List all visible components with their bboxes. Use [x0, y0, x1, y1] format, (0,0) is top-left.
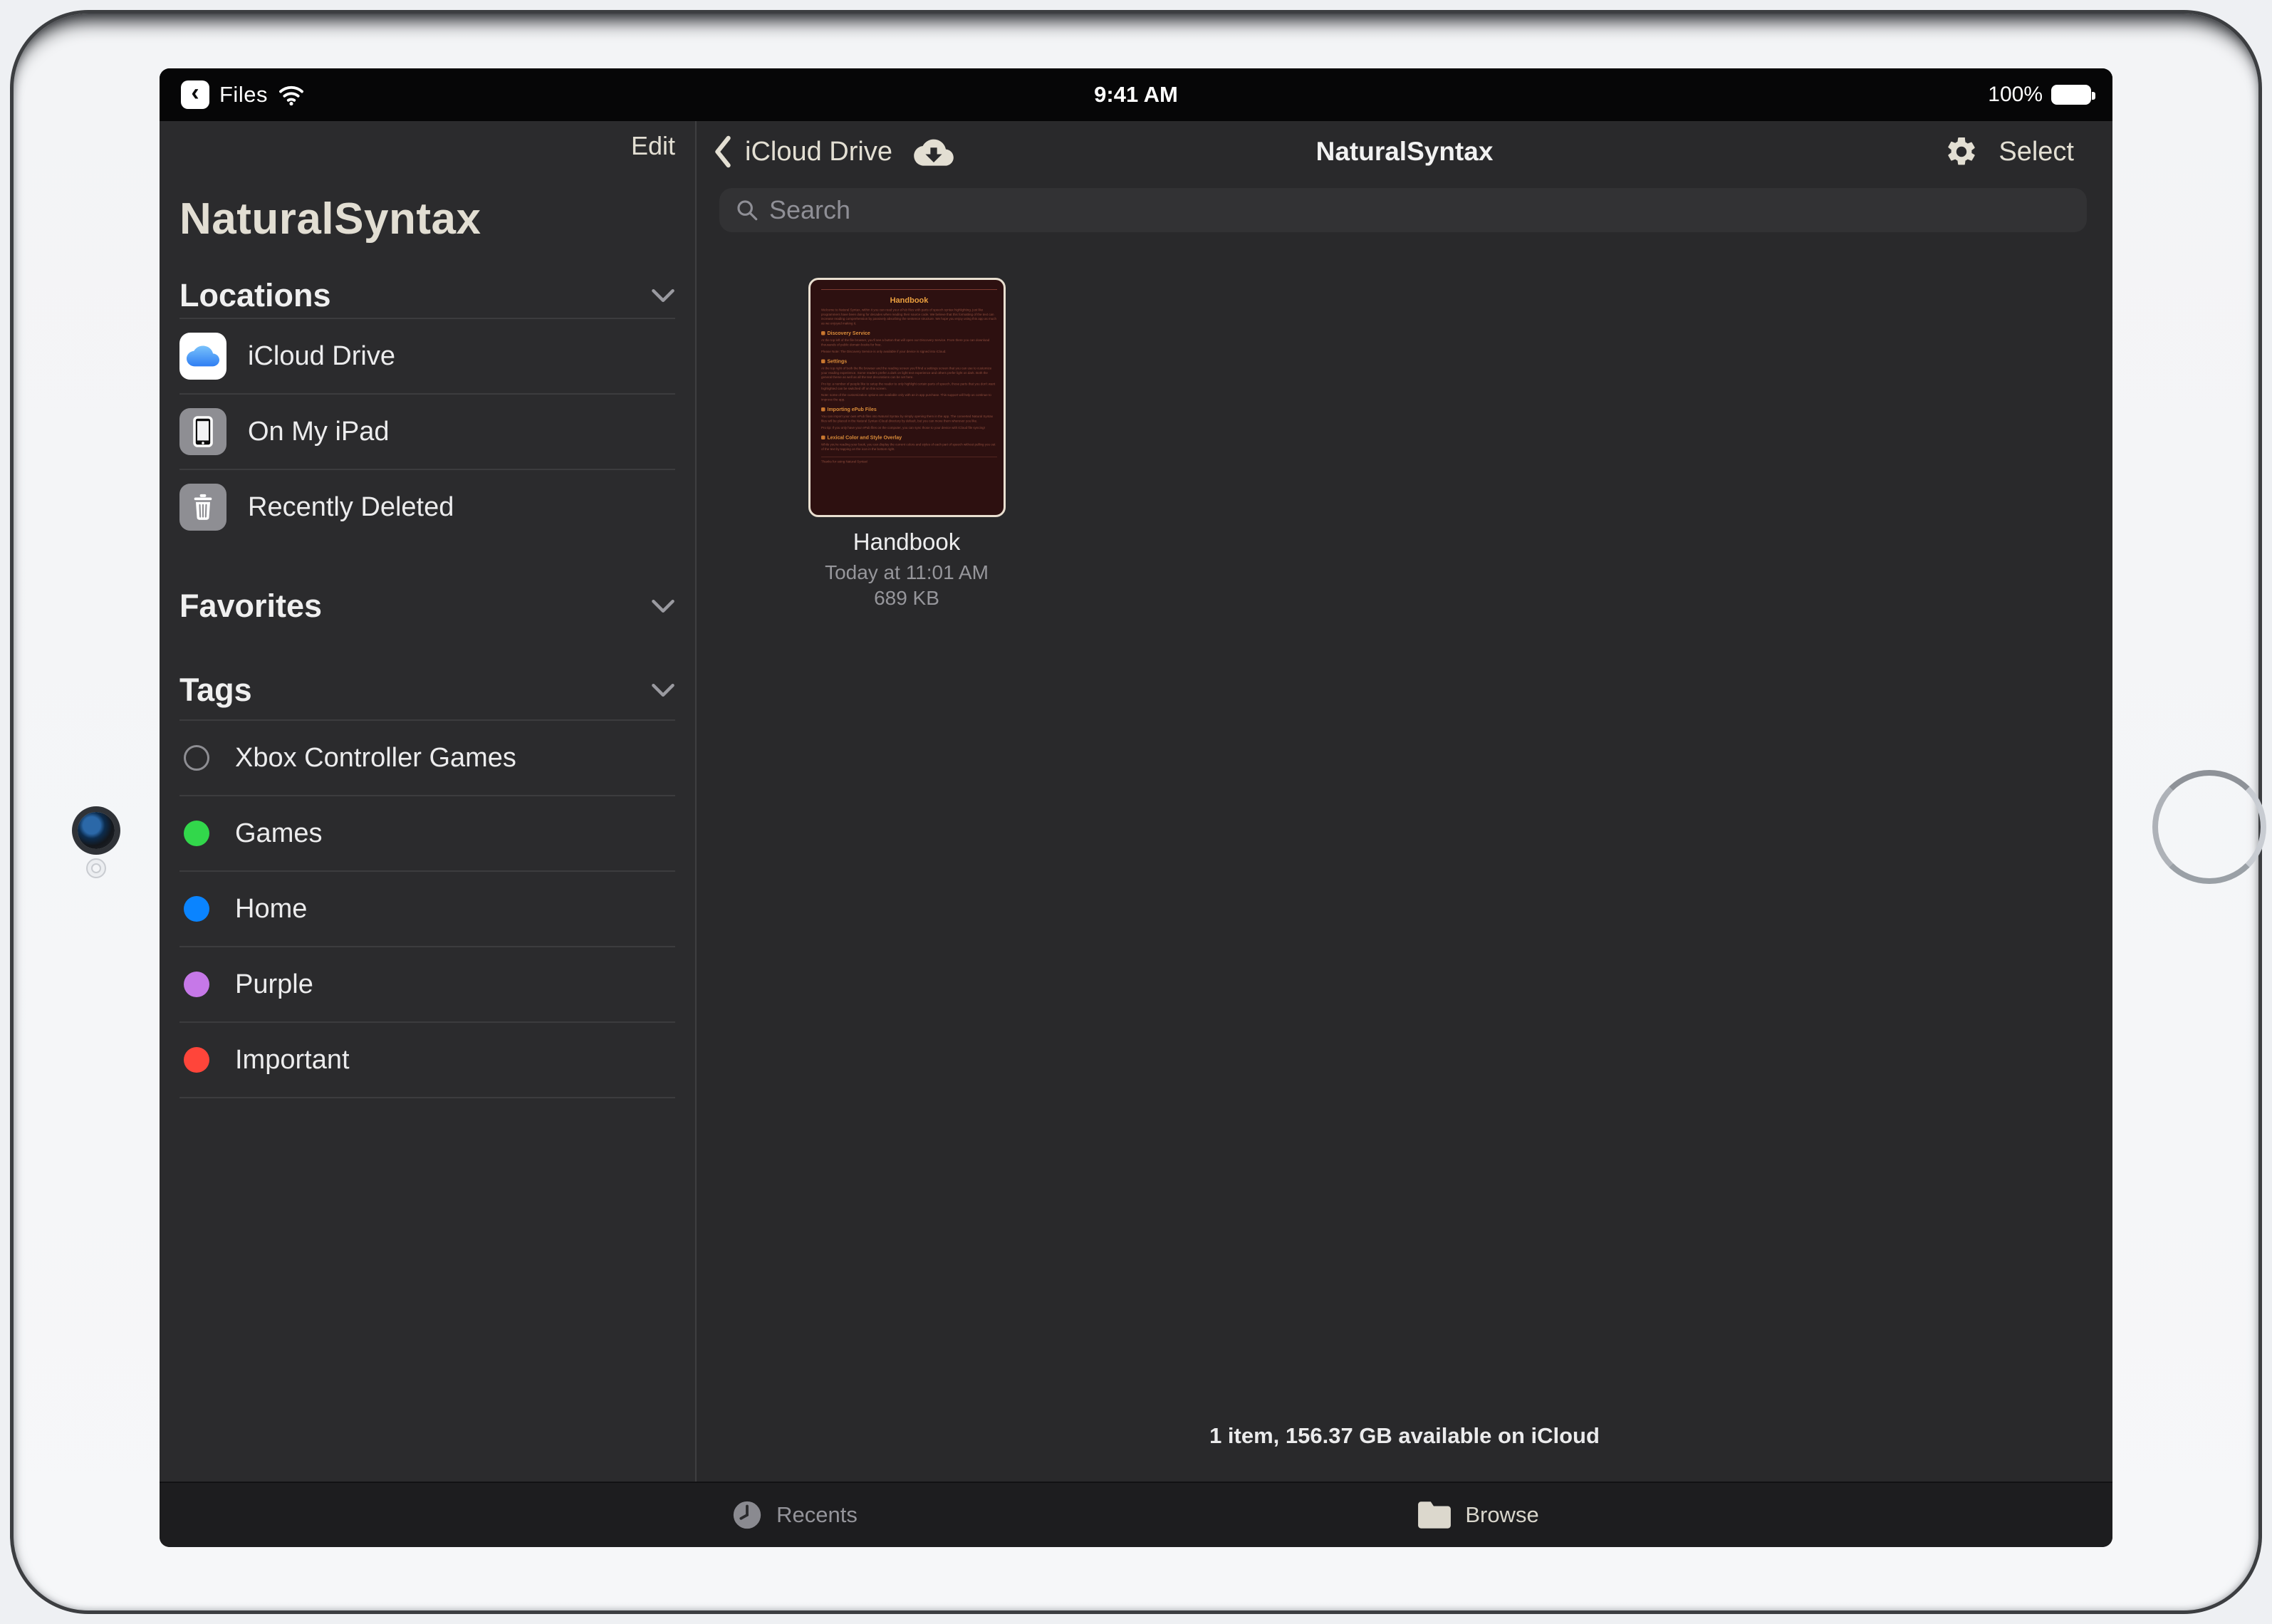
- edit-button[interactable]: Edit: [631, 131, 675, 161]
- sidebar: Edit NaturalSyntax Locations iC: [160, 121, 697, 1482]
- tag-color-dot: [184, 821, 209, 846]
- doc-paragraph: Pro tip: a number of people like to setu…: [821, 382, 997, 391]
- doc-title: Handbook: [821, 296, 997, 305]
- doc-section-heading: Lexical Color and Style Overlay: [821, 434, 997, 440]
- chevron-down-icon: [651, 682, 675, 698]
- tab-bar: Recents Browse: [160, 1482, 2112, 1547]
- file-grid: Handbook Welcome to Natural Syntax, with…: [697, 232, 2112, 1482]
- battery-percent: 100%: [1988, 83, 2043, 107]
- back-label: iCloud Drive: [745, 137, 892, 167]
- section-glyph-icon: [821, 435, 825, 439]
- doc-paragraph: Please Note: The Discovery Service is on…: [821, 349, 997, 353]
- doc-closing: Thanks for using Natural Syntax!: [821, 459, 997, 464]
- clock-icon: [731, 1499, 764, 1531]
- tag-item-xbox-controller-games[interactable]: Xbox Controller Games: [179, 721, 675, 795]
- file-size: 689 KB: [786, 585, 1028, 611]
- tag-item-purple[interactable]: Purple: [179, 947, 675, 1021]
- divider: [179, 1097, 675, 1098]
- sidebar-item-on-my-ipad[interactable]: On My iPad: [179, 395, 675, 469]
- search-icon: [735, 198, 759, 222]
- folder-icon: [1417, 1500, 1452, 1530]
- chevron-left-icon: [712, 135, 734, 168]
- items-summary: 1 item, 156.37 GB available on iCloud: [697, 1423, 2112, 1449]
- chevron-down-icon: [651, 288, 675, 303]
- status-bar: ‹ Files 9:41 AM 100%: [160, 68, 2112, 121]
- back-button[interactable]: iCloud Drive: [712, 135, 954, 168]
- ipad-icon: [179, 408, 226, 455]
- gear-icon[interactable]: [1944, 135, 1979, 169]
- section-glyph-icon: [821, 359, 825, 363]
- tag-color-dot: [184, 1047, 209, 1073]
- navigation-bar: NaturalSyntax iCloud Drive Select: [697, 127, 2112, 177]
- section-glyph-icon: [821, 407, 825, 412]
- trash-icon: [179, 484, 226, 531]
- select-button[interactable]: Select: [1999, 137, 2074, 167]
- doc-paragraph: While you're reading your book, you can …: [821, 442, 997, 452]
- section-header-favorites[interactable]: Favorites: [179, 584, 675, 628]
- icloud-drive-icon: [179, 333, 226, 380]
- cloud-download-icon[interactable]: [914, 136, 954, 167]
- file-name: Handbook: [786, 529, 1028, 556]
- battery-icon: [2051, 85, 2091, 105]
- tag-color-dot: [184, 972, 209, 997]
- doc-paragraph: At the top right of both the file browse…: [821, 366, 997, 380]
- file-item-handbook[interactable]: Handbook Welcome to Natural Syntax, with…: [786, 278, 1028, 611]
- file-thumbnail: Handbook Welcome to Natural Syntax, with…: [808, 278, 1006, 517]
- doc-section-heading: Importing ePub Files: [821, 407, 997, 412]
- tab-browse-label: Browse: [1465, 1502, 1538, 1528]
- section-glyph-icon: [821, 331, 825, 335]
- sidebar-item-icloud-drive[interactable]: iCloud Drive: [179, 319, 675, 393]
- search-placeholder: Search: [769, 195, 850, 225]
- home-button[interactable]: [2152, 770, 2266, 884]
- doc-paragraph: At the top left of the file browser, you…: [821, 338, 997, 348]
- search-field[interactable]: Search: [719, 188, 2087, 232]
- tag-item-home[interactable]: Home: [179, 872, 675, 946]
- front-camera: [78, 812, 115, 849]
- doc-section-heading: Discovery Service: [821, 330, 997, 336]
- sidebar-title: NaturalSyntax: [179, 192, 675, 245]
- doc-paragraph: Pro tip: If you only have your ePub file…: [821, 425, 997, 430]
- status-time: 9:41 AM: [160, 82, 2112, 108]
- tab-recents-label: Recents: [776, 1502, 858, 1528]
- document-preview: Handbook Welcome to Natural Syntax, with…: [811, 280, 1006, 517]
- doc-paragraph: Welcome to Natural Syntax, within it you…: [821, 308, 997, 326]
- tag-item-important[interactable]: Important: [179, 1023, 675, 1097]
- doc-paragraph: Note: some of the customization options …: [821, 393, 997, 402]
- sidebar-item-recently-deleted[interactable]: Recently Deleted: [179, 470, 675, 544]
- screen: ‹ Files 9:41 AM 100% Edit Natura: [160, 68, 2112, 1547]
- section-header-locations[interactable]: Locations: [179, 274, 675, 318]
- doc-section-heading: Settings: [821, 358, 997, 364]
- tab-recents[interactable]: Recents: [452, 1499, 1136, 1531]
- tab-browse[interactable]: Browse: [1136, 1500, 1820, 1530]
- tag-color-dot: [184, 896, 209, 922]
- chevron-down-icon: [651, 598, 675, 614]
- section-header-tags[interactable]: Tags: [179, 668, 675, 712]
- tag-item-games[interactable]: Games: [179, 796, 675, 870]
- main-panel: NaturalSyntax iCloud Drive Select: [697, 121, 2112, 1482]
- doc-paragraph: You can import your own ePub files into …: [821, 415, 997, 424]
- tag-color-dot: [184, 745, 209, 771]
- file-date: Today at 11:01 AM: [786, 560, 1028, 585]
- light-sensor: [86, 858, 106, 878]
